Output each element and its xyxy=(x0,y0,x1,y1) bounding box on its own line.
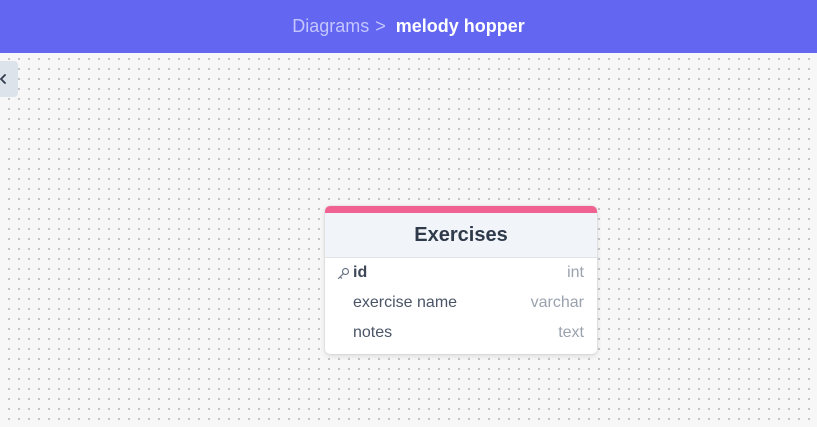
field-name: exercise name xyxy=(353,294,458,311)
field-type: text xyxy=(558,324,584,341)
breadcrumb-separator: > xyxy=(375,16,386,36)
top-bar: Diagrams > melody hopper xyxy=(0,0,817,53)
table-title[interactable]: Exercises xyxy=(325,213,597,258)
breadcrumb-diagrams-link[interactable]: Diagrams xyxy=(292,16,369,37)
sidebar-toggle-button[interactable] xyxy=(0,61,18,97)
chevron-left-icon xyxy=(0,74,6,84)
diagram-title[interactable]: melody hopper xyxy=(396,16,525,37)
field-type: varchar xyxy=(530,294,584,311)
key-icon xyxy=(337,265,353,281)
field-row-exercise-name[interactable]: exercise name varchar xyxy=(325,288,597,318)
table-node-exercises[interactable]: Exercises id int exercise name varchar n… xyxy=(325,206,597,354)
table-color-bar xyxy=(325,206,597,213)
field-row-notes[interactable]: notes text xyxy=(325,318,597,348)
field-type: int xyxy=(567,264,584,281)
field-name: notes xyxy=(353,324,393,341)
field-name: id xyxy=(353,264,368,281)
field-row-id[interactable]: id int xyxy=(325,258,597,288)
